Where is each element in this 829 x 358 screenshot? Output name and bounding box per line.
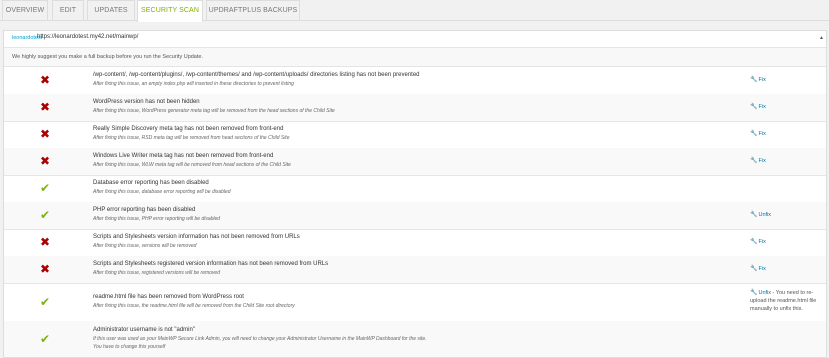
wrench-icon: 🔧 xyxy=(750,212,758,218)
collapse-caret-icon[interactable]: ▲ xyxy=(819,35,824,41)
tab-overview[interactable]: OVERVIEW xyxy=(2,0,48,20)
check-description: After fixing this issue, WordPress gener… xyxy=(93,108,335,114)
tab-updraftplus-backups[interactable]: UPDRAFTPLUS BACKUPS xyxy=(206,0,300,20)
wrench-icon: 🔧 xyxy=(750,104,758,110)
tab-updates[interactable]: UPDATES xyxy=(87,0,135,20)
scan-row-rsd: ✖ Really Simple Discovery meta tag has n… xyxy=(4,121,826,149)
cross-icon: ✖ xyxy=(40,154,51,168)
check-title: Really Simple Discovery meta tag has not… xyxy=(93,126,284,132)
check-icon: ✔ xyxy=(40,332,51,346)
cross-icon: ✖ xyxy=(40,100,51,114)
wrench-icon: 🔧 xyxy=(750,290,758,296)
check-description: After fixing this issue, registered vers… xyxy=(93,270,220,276)
check-title: readme.html file has been removed from W… xyxy=(93,294,244,300)
wrench-icon: 🔧 xyxy=(750,131,758,137)
check-icon: ✔ xyxy=(40,208,51,222)
fix-link[interactable]: 🔧Fix xyxy=(750,157,766,164)
check-title: /wp-content/, /wp-content/plugins/, /wp-… xyxy=(93,72,420,78)
wrench-icon: 🔧 xyxy=(750,266,758,272)
backup-notice: We highly suggest you make a full backup… xyxy=(4,48,826,67)
scan-row-wp-version: ✖ WordPress version has not been hidden … xyxy=(4,94,826,122)
security-scan-panel: leonardotest https://leonardotest.my42.n… xyxy=(3,30,827,358)
cross-icon: ✖ xyxy=(40,127,51,141)
check-title: Scripts and Stylesheets version informat… xyxy=(93,234,300,240)
scan-row-php-error: ✔ PHP error reporting has been disabled … xyxy=(4,202,826,230)
check-description-note: You have to change this yourself xyxy=(93,344,166,350)
scan-row-registered-versions: ✖ Scripts and Stylesheets registered ver… xyxy=(4,256,826,284)
site-url: https://leonardotest.my42.net/mainwp/ xyxy=(37,34,139,40)
check-description: After fixing this issue, the readme.html… xyxy=(93,303,295,309)
scan-row-admin-username: ✔ Administrator username is not "admin" … xyxy=(4,321,826,357)
tab-bar: OVERVIEW EDIT UPDATES SECURITY SCAN UPDR… xyxy=(0,0,829,22)
scan-row-script-versions: ✖ Scripts and Stylesheets version inform… xyxy=(4,229,826,257)
check-description: After fixing this issue, database error … xyxy=(93,189,231,195)
fix-link[interactable]: 🔧Fix xyxy=(750,130,766,137)
readme-action: 🔧Unfix - You need to re-upload the readm… xyxy=(750,289,826,313)
check-title: Scripts and Stylesheets registered versi… xyxy=(93,261,329,267)
check-title: WordPress version has not been hidden xyxy=(93,99,200,105)
wrench-icon: 🔧 xyxy=(750,77,758,83)
check-title: PHP error reporting has been disabled xyxy=(93,207,196,213)
cross-icon: ✖ xyxy=(40,73,51,87)
tab-security-scan[interactable]: SECURITY SCAN xyxy=(137,0,203,22)
unfix-link[interactable]: 🔧Unfix xyxy=(750,211,771,218)
panel-header: leonardotest https://leonardotest.my42.n… xyxy=(4,31,826,48)
scan-row-db-error: ✔ Database error reporting has been disa… xyxy=(4,175,826,203)
wrench-icon: 🔧 xyxy=(750,158,758,164)
cross-icon: ✖ xyxy=(40,235,51,249)
check-description: After fixing this issue, RSD meta tag wi… xyxy=(93,135,290,141)
check-description: After fixing this issue, WLW meta tag wi… xyxy=(93,162,291,168)
check-description: After fixing this issue, PHP error repor… xyxy=(93,216,221,222)
check-description: After fixing this issue, versions will b… xyxy=(93,243,197,249)
check-description: If this user was used as your MainWP Sec… xyxy=(93,336,427,342)
check-icon: ✔ xyxy=(40,181,51,195)
check-title: Windows Live Writer meta tag has not bee… xyxy=(93,153,274,159)
scan-row-readme: ✔ readme.html file has been removed from… xyxy=(4,283,826,322)
tab-edit[interactable]: EDIT xyxy=(52,0,84,20)
scan-row-directory-listing: ✖ /wp-content/, /wp-content/plugins/, /w… xyxy=(4,67,826,95)
backup-notice-text: We highly suggest you make a full backup… xyxy=(12,54,203,60)
fix-link[interactable]: 🔧Fix xyxy=(750,265,766,272)
wrench-icon: 🔧 xyxy=(750,239,758,245)
fix-link[interactable]: 🔧Fix xyxy=(750,76,766,83)
cross-icon: ✖ xyxy=(40,262,51,276)
check-icon: ✔ xyxy=(40,295,51,309)
fix-link[interactable]: 🔧Fix xyxy=(750,103,766,110)
scan-row-wlw: ✖ Windows Live Writer meta tag has not b… xyxy=(4,148,826,176)
check-title: Database error reporting has been disabl… xyxy=(93,180,209,186)
fix-link[interactable]: 🔧Fix xyxy=(750,238,766,245)
check-title: Administrator username is not "admin" xyxy=(93,327,195,333)
unfix-link[interactable]: 🔧Unfix xyxy=(750,290,771,296)
check-description: After fixing this issue, an empty index.… xyxy=(93,81,294,87)
